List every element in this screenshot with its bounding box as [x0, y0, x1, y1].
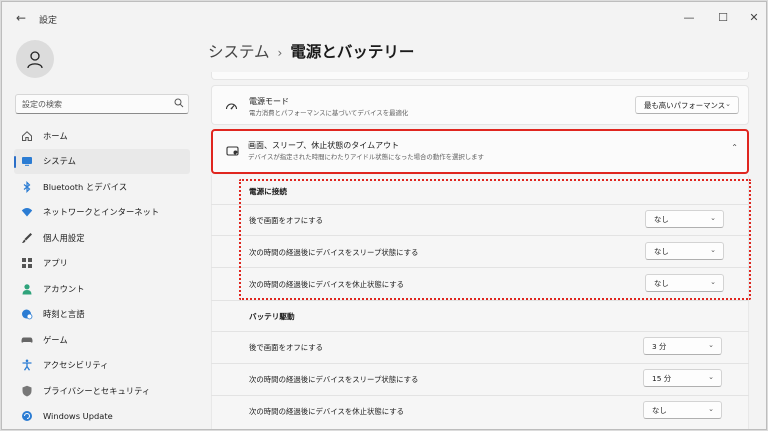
update-icon: [20, 409, 34, 423]
search-input[interactable]: [22, 98, 172, 111]
sidebar-item-label: 個人用設定: [43, 232, 85, 243]
battery-hibernate-dropdown[interactable]: なし ⌄: [643, 401, 722, 419]
page-title: 電源とバッテリー: [290, 43, 415, 61]
sidebar-item-label: ネットワークとインターネット: [43, 207, 160, 218]
divider: [211, 363, 749, 364]
chevron-down-icon: ⌄: [725, 100, 731, 108]
account-icon: [20, 282, 34, 296]
sidebar-item-time-language[interactable]: 時刻と言語: [14, 302, 190, 328]
settings-window: ← 設定 — ☐ ✕ ホーム システム Bluetooth とデバイス: [1, 1, 767, 430]
sidebar-item-label: ゲーム: [43, 334, 68, 345]
chevron-down-icon: ⌄: [708, 373, 714, 381]
system-icon: [20, 154, 34, 168]
accessibility-icon: [20, 358, 34, 372]
close-icon: ✕: [749, 10, 759, 24]
power-mode-dropdown[interactable]: 最も高いパフォーマンス ⌄: [635, 96, 739, 114]
globe-clock-icon: [20, 307, 34, 321]
dropdown-value: なし: [652, 405, 667, 415]
gamepad-icon: [20, 333, 34, 347]
power-mode-description: 電力消費とパフォーマンスに基づいてデバイスを最適化: [249, 109, 409, 117]
brush-icon: [20, 231, 34, 245]
apps-icon: [20, 256, 34, 270]
timeout-title: 画面、スリープ、休止状態のタイムアウト: [248, 141, 400, 150]
back-arrow-icon: ←: [15, 11, 27, 25]
sidebar-item-accessibility[interactable]: アクセシビリティ: [14, 353, 190, 379]
dropdown-value: 3 分: [652, 341, 667, 351]
sidebar-item-label: アカウント: [43, 283, 85, 294]
sidebar-item-home[interactable]: ホーム: [14, 123, 190, 149]
sidebar-item-label: Windows Update: [43, 411, 113, 422]
dropdown-value: 15 分: [652, 373, 672, 383]
chevron-up-icon[interactable]: ⌃: [731, 143, 738, 152]
sidebar-item-label: Bluetooth とデバイス: [43, 181, 128, 192]
battery-hibernate-label: 次の時間の経過後にデバイスを休止状態にする: [249, 407, 405, 416]
battery-sleep-dropdown[interactable]: 15 分 ⌄: [643, 369, 722, 387]
sidebar-item-label: 時刻と言語: [43, 309, 85, 320]
chevron-down-icon: ⌄: [708, 341, 714, 349]
maximize-icon: ☐: [718, 10, 728, 24]
battery-screen-off-label: 後で画面をオフにする: [249, 343, 323, 352]
divider: [211, 331, 749, 332]
plugged-in-highlight-box: [239, 179, 751, 300]
battery-heading: バッテリ駆動: [249, 312, 295, 321]
back-button[interactable]: ←: [10, 8, 32, 28]
power-mode-card: 電源モード 電力消費とパフォーマンスに基づいてデバイスを最適化 最も高いパフォー…: [211, 85, 749, 125]
sidebar-item-system[interactable]: システム: [14, 148, 190, 174]
sidebar-item-network[interactable]: ネットワークとインターネット: [14, 200, 190, 226]
battery-screen-off-dropdown[interactable]: 3 分 ⌄: [643, 337, 722, 355]
divider: [211, 395, 749, 396]
sidebar-item-gaming[interactable]: ゲーム: [14, 327, 190, 353]
wifi-icon: [20, 205, 34, 219]
power-mode-value: 最も高いパフォーマンス: [644, 100, 726, 110]
search-box[interactable]: [15, 94, 189, 114]
screen-sleep-icon: [225, 144, 239, 158]
app-title: 設定: [39, 16, 58, 26]
breadcrumb: システム › 電源とバッテリー: [208, 40, 414, 62]
sidebar-item-personalization[interactable]: 個人用設定: [14, 225, 190, 251]
chevron-down-icon: ⌄: [708, 405, 714, 413]
sidebar-item-label: システム: [43, 156, 76, 167]
breadcrumb-parent[interactable]: システム: [208, 43, 270, 61]
sidebar-item-windows-update[interactable]: Windows Update: [14, 404, 190, 430]
minimize-icon: —: [683, 10, 695, 24]
sidebar-item-label: プライバシーとセキュリティ: [43, 385, 151, 396]
maximize-button[interactable]: ☐: [709, 6, 737, 28]
divider: [211, 300, 749, 301]
shield-icon: [20, 384, 34, 398]
sidebar-item-label: ホーム: [43, 130, 68, 141]
sidebar-item-label: アクセシビリティ: [43, 360, 109, 371]
power-mode-title: 電源モード: [249, 97, 289, 106]
minimize-button[interactable]: —: [675, 6, 703, 28]
sidebar-nav: ホーム システム Bluetooth とデバイス ネットワークとインターネット …: [14, 123, 190, 429]
bluetooth-icon: [20, 180, 34, 194]
timeout-card[interactable]: 画面、スリープ、休止状態のタイムアウト デバイスが指定された時間にわたりアイドル…: [211, 129, 749, 174]
avatar[interactable]: [16, 40, 54, 78]
previous-card-edge: [211, 72, 749, 80]
sidebar-item-apps[interactable]: アプリ: [14, 251, 190, 277]
timeout-description: デバイスが指定された時間にわたりアイドル状態になった場合の動作を選択します: [248, 153, 484, 161]
power-mode-icon: [224, 99, 238, 113]
home-icon: [20, 129, 34, 143]
sidebar-item-privacy-security[interactable]: プライバシーとセキュリティ: [14, 378, 190, 404]
sidebar-item-label: アプリ: [43, 258, 68, 269]
sidebar-item-accounts[interactable]: アカウント: [14, 276, 190, 302]
search-icon[interactable]: [174, 98, 186, 110]
title-bar: ← 設定 — ☐ ✕: [2, 2, 766, 34]
user-icon: [27, 51, 43, 69]
sidebar-item-bluetooth[interactable]: Bluetooth とデバイス: [14, 174, 190, 200]
battery-sleep-label: 次の時間の経過後にデバイスをスリープ状態にする: [249, 375, 419, 384]
breadcrumb-separator: ›: [277, 46, 283, 60]
close-button[interactable]: ✕: [740, 6, 766, 28]
